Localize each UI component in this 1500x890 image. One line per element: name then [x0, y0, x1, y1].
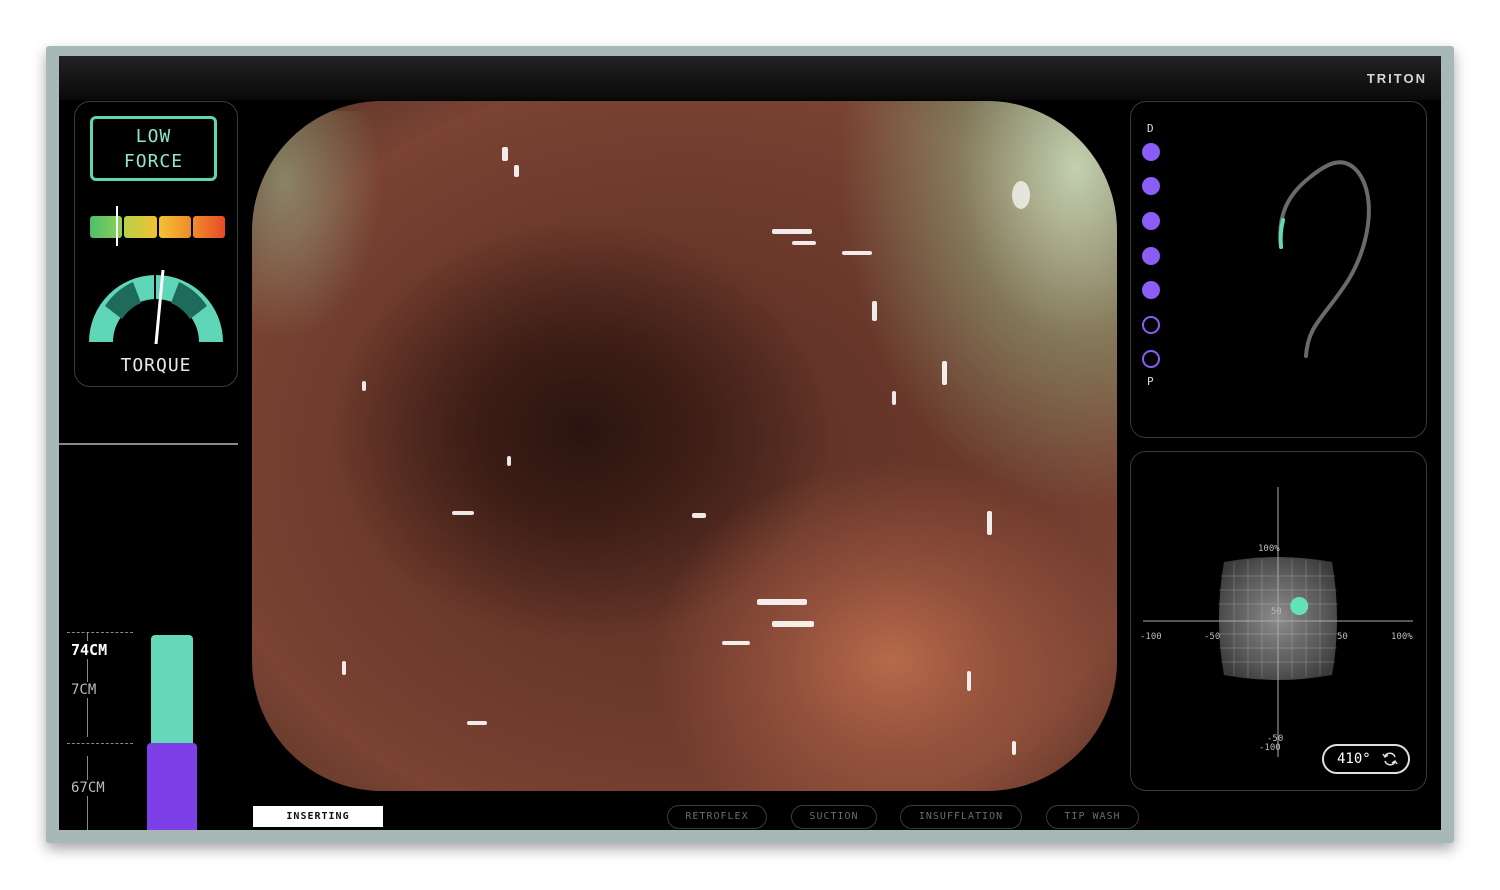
force-segment-red	[192, 216, 225, 238]
screen: TRITON LOW FORCE TORQUE 74CM 7CM 67CM IN…	[59, 56, 1441, 830]
endoscope-video-feed[interactable]	[252, 101, 1117, 791]
torque-gauge	[89, 269, 223, 345]
tip-wash-button[interactable]: TIP WASH	[1046, 805, 1139, 829]
depth-current: 74CM	[71, 641, 108, 659]
force-torque-panel: LOW FORCE TORQUE	[74, 101, 238, 387]
y-tick-neg100: -100	[1259, 743, 1281, 753]
brand-logo: TRITON	[1366, 71, 1427, 86]
scope-segment-purple	[147, 743, 197, 830]
y-tick-100: 100%	[1258, 544, 1280, 554]
force-meter	[90, 216, 225, 238]
force-level-marker	[116, 206, 118, 246]
depth-mark-2: 67CM	[71, 780, 105, 796]
force-segment-yellow	[124, 216, 157, 238]
retroflex-button[interactable]: RETROFLEX	[667, 805, 767, 829]
tip-position-panel: 100% 50 -50 -100 -100 -50 50 100% 410°	[1130, 451, 1427, 791]
x-tick-100: 100%	[1391, 632, 1413, 642]
rotation-angle-value: 410°	[1337, 751, 1371, 767]
force-status-line1: LOW	[135, 126, 172, 147]
force-segment-orange	[158, 216, 191, 238]
rotation-angle-button[interactable]: 410°	[1322, 744, 1410, 774]
mode-status-badge: INSERTING	[253, 806, 383, 827]
left-divider	[59, 443, 238, 445]
insufflation-button[interactable]: INSUFFLATION	[900, 805, 1022, 829]
scope-shape-panel: D P	[1130, 101, 1427, 438]
x-tick-neg50: -50	[1204, 632, 1221, 642]
top-bar: TRITON	[59, 56, 1441, 100]
insertion-depth-indicator: 74CM 7CM 67CM	[59, 616, 239, 830]
scope-shape-path	[1278, 160, 1371, 358]
force-status-badge: LOW FORCE	[90, 116, 217, 181]
torque-label: TORQUE	[120, 355, 192, 376]
scope-tip	[1278, 218, 1285, 249]
scope-segment-teal	[151, 635, 193, 745]
scope-shape-diagram	[1278, 160, 1371, 358]
x-tick-neg100: -100	[1140, 632, 1162, 642]
y-tick-50: 50	[1271, 607, 1282, 617]
x-tick-50: 50	[1337, 632, 1348, 642]
tip-position-dot	[1290, 597, 1309, 615]
depth-mark-1: 7CM	[71, 682, 97, 698]
rotate-icon	[1382, 752, 1398, 766]
force-status-line2: FORCE	[123, 151, 184, 172]
suction-button[interactable]: SUCTION	[791, 805, 877, 829]
